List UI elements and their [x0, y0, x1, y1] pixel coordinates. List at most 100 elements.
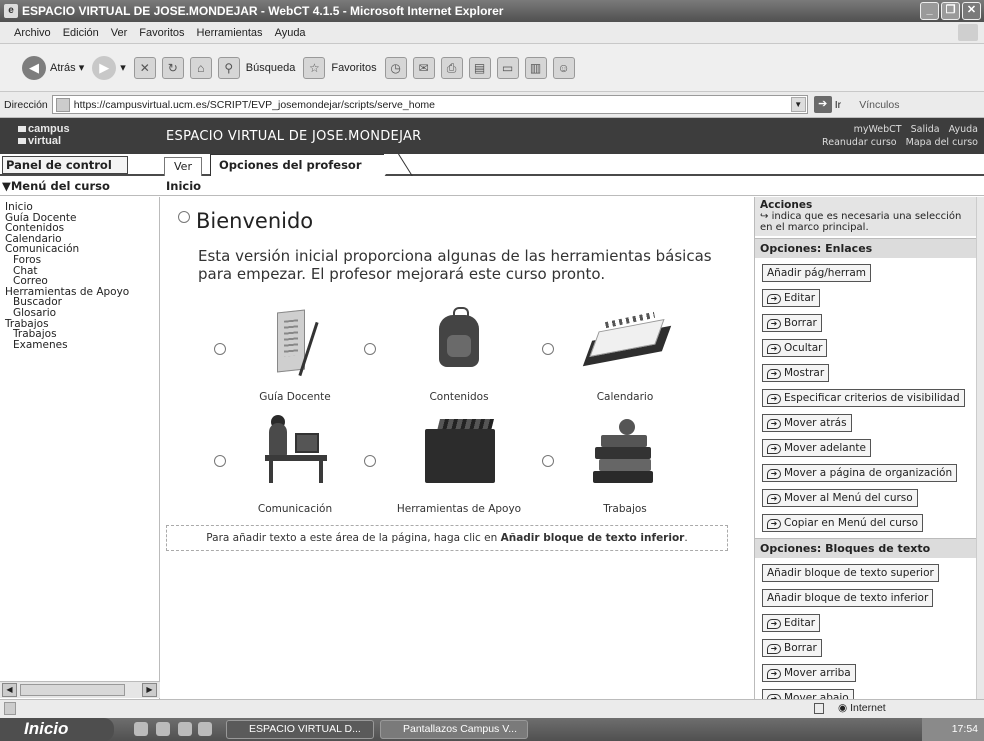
research-icon[interactable]: ▥	[524, 56, 547, 79]
action-label: Mover atrás	[784, 417, 847, 429]
quicklaunch-word-icon[interactable]	[198, 722, 212, 736]
messenger-icon[interactable]: ☺	[552, 56, 575, 79]
tool-trabajos[interactable]: Trabajos	[550, 415, 700, 515]
minimize-icon[interactable]: _	[920, 2, 939, 20]
page-status-icon	[4, 702, 16, 715]
action-add-bottom-block[interactable]: Añadir bloque de texto inferior	[762, 589, 934, 607]
action-label: Mover al Menú del curso	[784, 492, 913, 504]
course-menu-item-glosario[interactable]: Glosario	[5, 308, 159, 319]
favorites-button[interactable]: ☆ Favoritos	[303, 56, 377, 79]
selection-arrow-icon: ➜	[767, 319, 781, 329]
quicklaunch-media-icon[interactable]	[156, 722, 170, 736]
page-icon	[55, 97, 70, 112]
action-visibility-criteria[interactable]: ➜ Especificar criterios de visibilidad	[762, 389, 965, 407]
tool-guia-docente[interactable]: Guía Docente	[220, 303, 370, 403]
chevron-down-icon[interactable]: ▼	[790, 97, 806, 112]
subheader: ▼Menú del curso Inicio	[0, 176, 984, 196]
action-move-forward[interactable]: ➜ Mover adelante	[762, 439, 871, 457]
books-apple-icon	[585, 415, 665, 485]
tool-comunicacion[interactable]: Comunicación	[220, 415, 370, 515]
home-icon[interactable]: ⌂	[189, 56, 212, 79]
action-label: Mostrar	[784, 367, 825, 379]
task-ie-window[interactable]: ESPACIO VIRTUAL D...	[226, 720, 374, 739]
start-button[interactable]: Inicio	[0, 718, 114, 741]
action-move-back[interactable]: ➜ Mover atrás	[762, 414, 852, 432]
backpack-icon	[419, 303, 499, 373]
scroll-thumb[interactable]	[20, 684, 125, 696]
refresh-icon[interactable]: ↻	[161, 56, 184, 79]
address-input[interactable]: https://campusvirtual.ucm.es/SCRIPT/EVP_…	[51, 95, 808, 114]
action-hide[interactable]: ➜ Ocultar	[762, 339, 828, 357]
salida-link[interactable]: Salida	[911, 124, 940, 135]
action-block-edit[interactable]: ➜ Editar	[762, 614, 821, 632]
ie-icon: e	[4, 4, 18, 18]
quicklaunch-firefox-icon[interactable]	[178, 722, 192, 736]
back-button[interactable]: ◀ Atrás ▾	[22, 55, 84, 80]
maximize-icon[interactable]: ❐	[941, 2, 960, 20]
history-icon[interactable]: ◷	[384, 56, 407, 79]
ayuda-link[interactable]: Ayuda	[949, 124, 978, 135]
selection-arrow-icon: ➜	[767, 394, 781, 404]
go-button[interactable]: ➔ Ir	[813, 96, 841, 113]
window-titlebar: e ESPACIO VIRTUAL DE JOSE.MONDEJAR - Web…	[0, 0, 984, 22]
discuss-icon[interactable]: ▭	[496, 56, 519, 79]
menu-curso-title: Menú del curso	[10, 179, 110, 193]
menu-curso-toggle[interactable]: ▼Menú del curso	[2, 179, 110, 193]
windows-logo-icon	[958, 24, 978, 41]
action-copy-course-menu[interactable]: ➜ Copiar en Menú del curso	[762, 514, 924, 532]
course-menu-item-examenes[interactable]: Examenes	[5, 340, 159, 351]
mapa-curso-link[interactable]: Mapa del curso	[906, 137, 978, 148]
close-icon[interactable]: ✕	[962, 2, 981, 20]
action-delete[interactable]: ➜ Borrar	[762, 314, 822, 332]
action-edit[interactable]: ➜ Editar	[762, 289, 821, 307]
tool-contenidos[interactable]: Contenidos	[384, 303, 534, 403]
action-label: Mover arriba	[784, 667, 851, 679]
mail-icon[interactable]: ✉	[412, 56, 435, 79]
action-label: Borrar	[784, 317, 817, 329]
action-label: Especificar criterios de visibilidad	[784, 392, 960, 404]
menu-herramientas[interactable]: Herramientas	[197, 27, 263, 39]
action-move-course-menu[interactable]: ➜ Mover al Menú del curso	[762, 489, 918, 507]
menu-ayuda[interactable]: Ayuda	[275, 27, 306, 39]
quicklaunch-ie-icon[interactable]	[134, 722, 148, 736]
action-block-delete[interactable]: ➜ Borrar	[762, 639, 822, 657]
tab-opciones-profesor[interactable]: Opciones del profesor	[210, 153, 413, 178]
tool-calendario[interactable]: Calendario	[550, 303, 700, 403]
panel-de-control-button[interactable]: Panel de control	[2, 156, 128, 174]
left-horizontal-scrollbar[interactable]: ◀ ▶	[0, 681, 160, 698]
course-menu-item-inicio[interactable]: Inicio	[5, 202, 159, 213]
links-button[interactable]: Vínculos	[859, 99, 899, 111]
action-move-org-page[interactable]: ➜ Mover a página de organización	[762, 464, 958, 482]
menu-ver[interactable]: Ver	[111, 27, 128, 39]
tool-radio-herramientas[interactable]	[364, 455, 376, 467]
action-add-top-block[interactable]: Añadir bloque de texto superior	[762, 564, 939, 582]
menu-edicion[interactable]: Edición	[63, 27, 99, 39]
search-button[interactable]: ⚲ Búsqueda	[217, 56, 295, 79]
menu-archivo[interactable]: Archivo	[14, 27, 51, 39]
tab-ver[interactable]: Ver	[164, 157, 202, 176]
scroll-right-icon[interactable]: ▶	[142, 683, 157, 697]
back-label: Atrás	[50, 61, 76, 74]
welcome-radio[interactable]	[178, 211, 190, 223]
print-icon[interactable]: ⎙	[440, 56, 463, 79]
right-vertical-scrollbar[interactable]	[976, 197, 984, 699]
task-word-document[interactable]: Pantallazos Campus V...	[380, 720, 528, 739]
window-controls: _ ❐ ✕	[920, 2, 981, 20]
menu-favoritos[interactable]: Favoritos	[139, 27, 184, 39]
action-label: Añadir bloque de texto inferior	[767, 592, 929, 604]
scroll-left-icon[interactable]: ◀	[2, 683, 17, 697]
mywebct-link[interactable]: myWebCT	[854, 124, 902, 135]
action-show[interactable]: ➜ Mostrar	[762, 364, 830, 382]
action-label: Copiar en Menú del curso	[784, 517, 919, 529]
tool-caption: Trabajos	[603, 503, 647, 515]
tool-herramientas-apoyo[interactable]: Herramientas de Apoyo	[384, 415, 534, 515]
action-add-page[interactable]: Añadir pág/herram	[762, 264, 872, 282]
tool-radio-contenidos[interactable]	[364, 343, 376, 355]
edit-icon[interactable]: ▤	[468, 56, 491, 79]
forward-button[interactable]: ▶ ▾	[92, 55, 126, 80]
stop-icon[interactable]: ✕	[133, 56, 156, 79]
action-block-move-up[interactable]: ➜ Mover arriba	[762, 664, 856, 682]
reanudar-curso-link[interactable]: Reanudar curso	[822, 137, 897, 148]
action-label: Borrar	[784, 642, 817, 654]
course-menu-item-foros[interactable]: Foros	[5, 255, 159, 266]
